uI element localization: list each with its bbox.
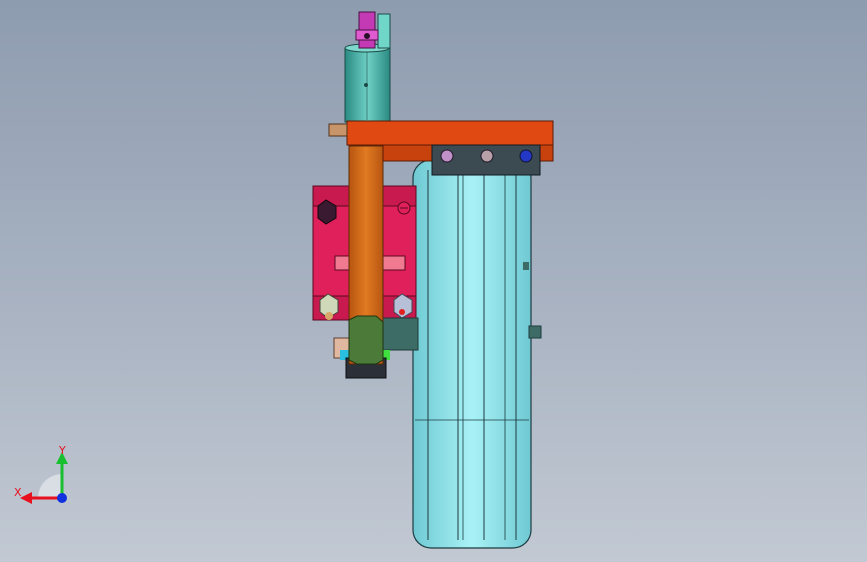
bracket-bolt bbox=[440, 149, 454, 163]
z-axis-dot bbox=[57, 493, 67, 503]
swing-arm[interactable] bbox=[348, 145, 384, 365]
bracket-bolt bbox=[519, 149, 533, 163]
axle-stub bbox=[528, 325, 542, 339]
triad-plane bbox=[38, 474, 62, 498]
wheel-assembly-model[interactable] bbox=[0, 0, 867, 562]
x-axis-label: X bbox=[14, 486, 22, 499]
axle-pin bbox=[523, 262, 529, 270]
x-axis-arrowhead bbox=[20, 492, 32, 504]
arm-end-nut bbox=[348, 315, 384, 365]
top-clip[interactable] bbox=[355, 11, 379, 49]
y-axis-label: Y bbox=[58, 444, 66, 457]
post-pin bbox=[377, 13, 391, 49]
bolt-tip bbox=[325, 312, 333, 320]
side-pin bbox=[328, 123, 348, 137]
bolt-tip bbox=[399, 309, 405, 315]
wheel[interactable] bbox=[412, 159, 542, 549]
cad-viewport[interactable]: Y X bbox=[0, 0, 867, 562]
orientation-triad: Y X bbox=[14, 444, 68, 504]
bracket-bolt bbox=[480, 149, 494, 163]
